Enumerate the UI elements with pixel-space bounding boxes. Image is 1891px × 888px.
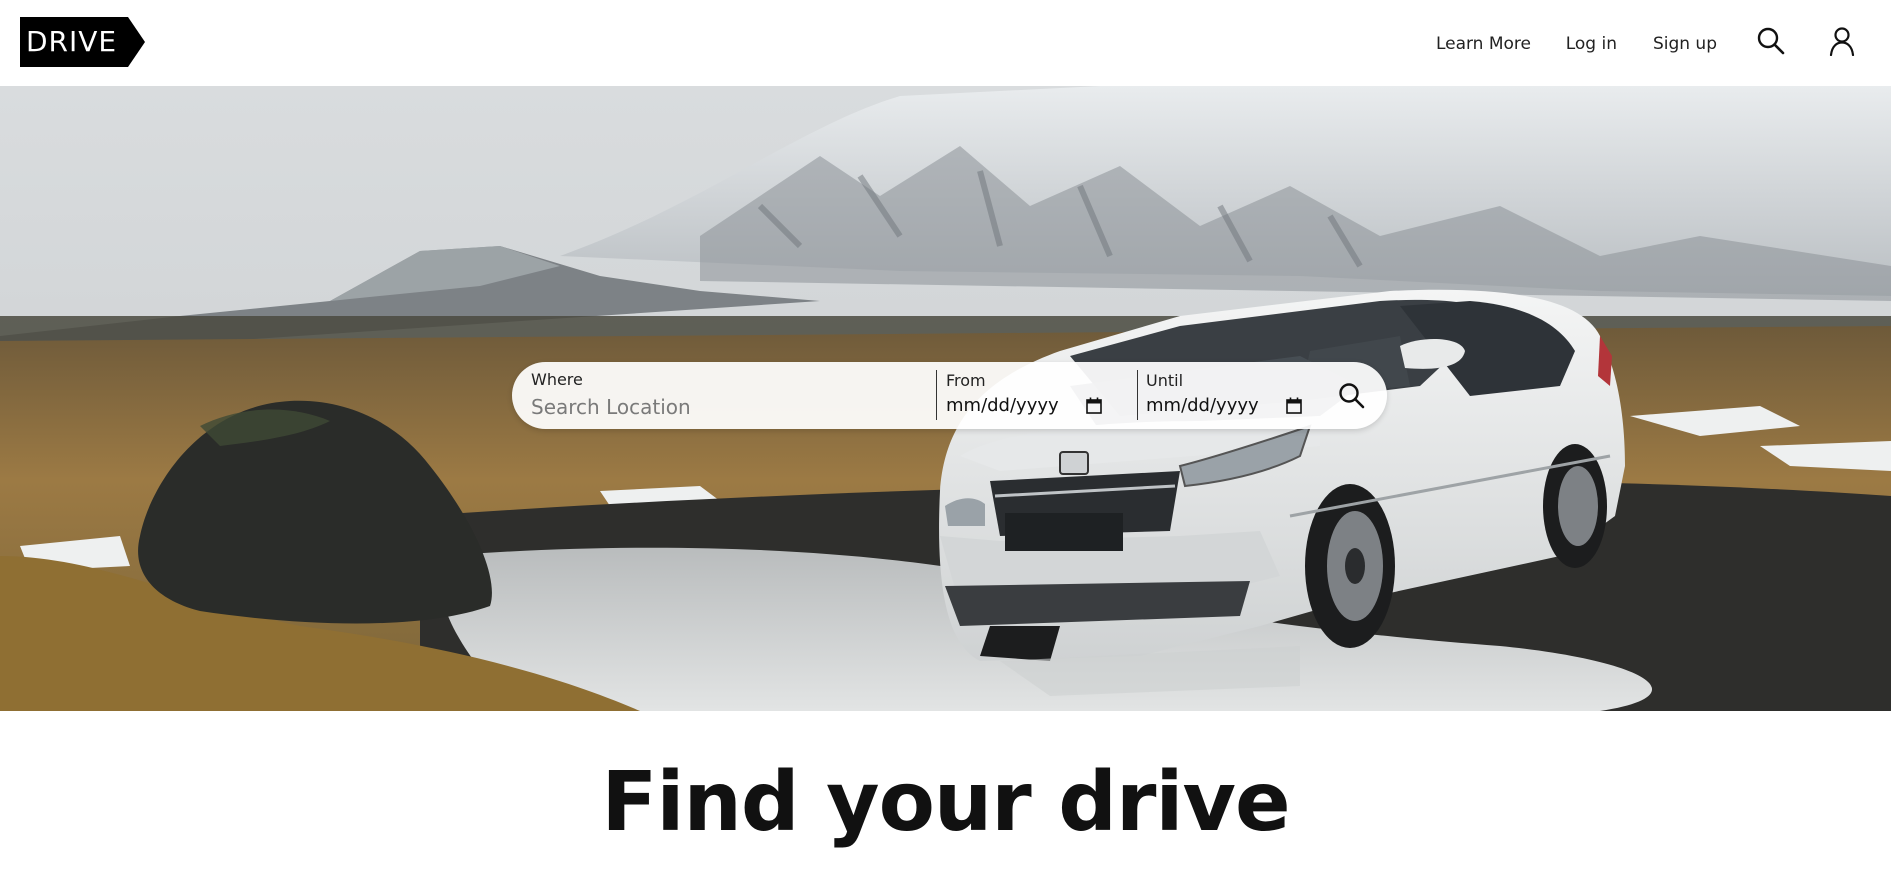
sign-up-link[interactable]: Sign up (1653, 32, 1717, 56)
page-headline: Find your drive (601, 755, 1290, 850)
learn-more-link[interactable]: Learn More (1436, 32, 1531, 56)
search-icon (1339, 383, 1365, 409)
top-header: DRIVE Learn More Log in Sign up (0, 0, 1891, 86)
field-divider (1137, 370, 1138, 420)
field-divider (936, 370, 937, 420)
where-label: Where (531, 370, 583, 389)
until-date-input[interactable]: mm/dd/yyyy (1146, 395, 1259, 417)
where-location-input[interactable] (531, 393, 911, 421)
until-calendar-icon[interactable] (1286, 397, 1302, 414)
user-icon[interactable] (1827, 26, 1857, 57)
hero-image: Where From mm/dd/yyyy Until mm/dd/yyyy (0, 86, 1891, 711)
from-label: From (946, 371, 986, 390)
from-calendar-icon[interactable] (1086, 397, 1102, 414)
drive-logo[interactable]: DRIVE (20, 17, 145, 67)
search-icon[interactable] (1756, 26, 1786, 56)
log-in-link[interactable]: Log in (1566, 32, 1617, 56)
logo-text: DRIVE (26, 25, 118, 58)
search-submit-button[interactable] (1337, 381, 1367, 411)
until-label: Until (1146, 371, 1184, 390)
search-bar: Where From mm/dd/yyyy Until mm/dd/yyyy (512, 362, 1387, 429)
from-date-input[interactable]: mm/dd/yyyy (946, 395, 1059, 417)
